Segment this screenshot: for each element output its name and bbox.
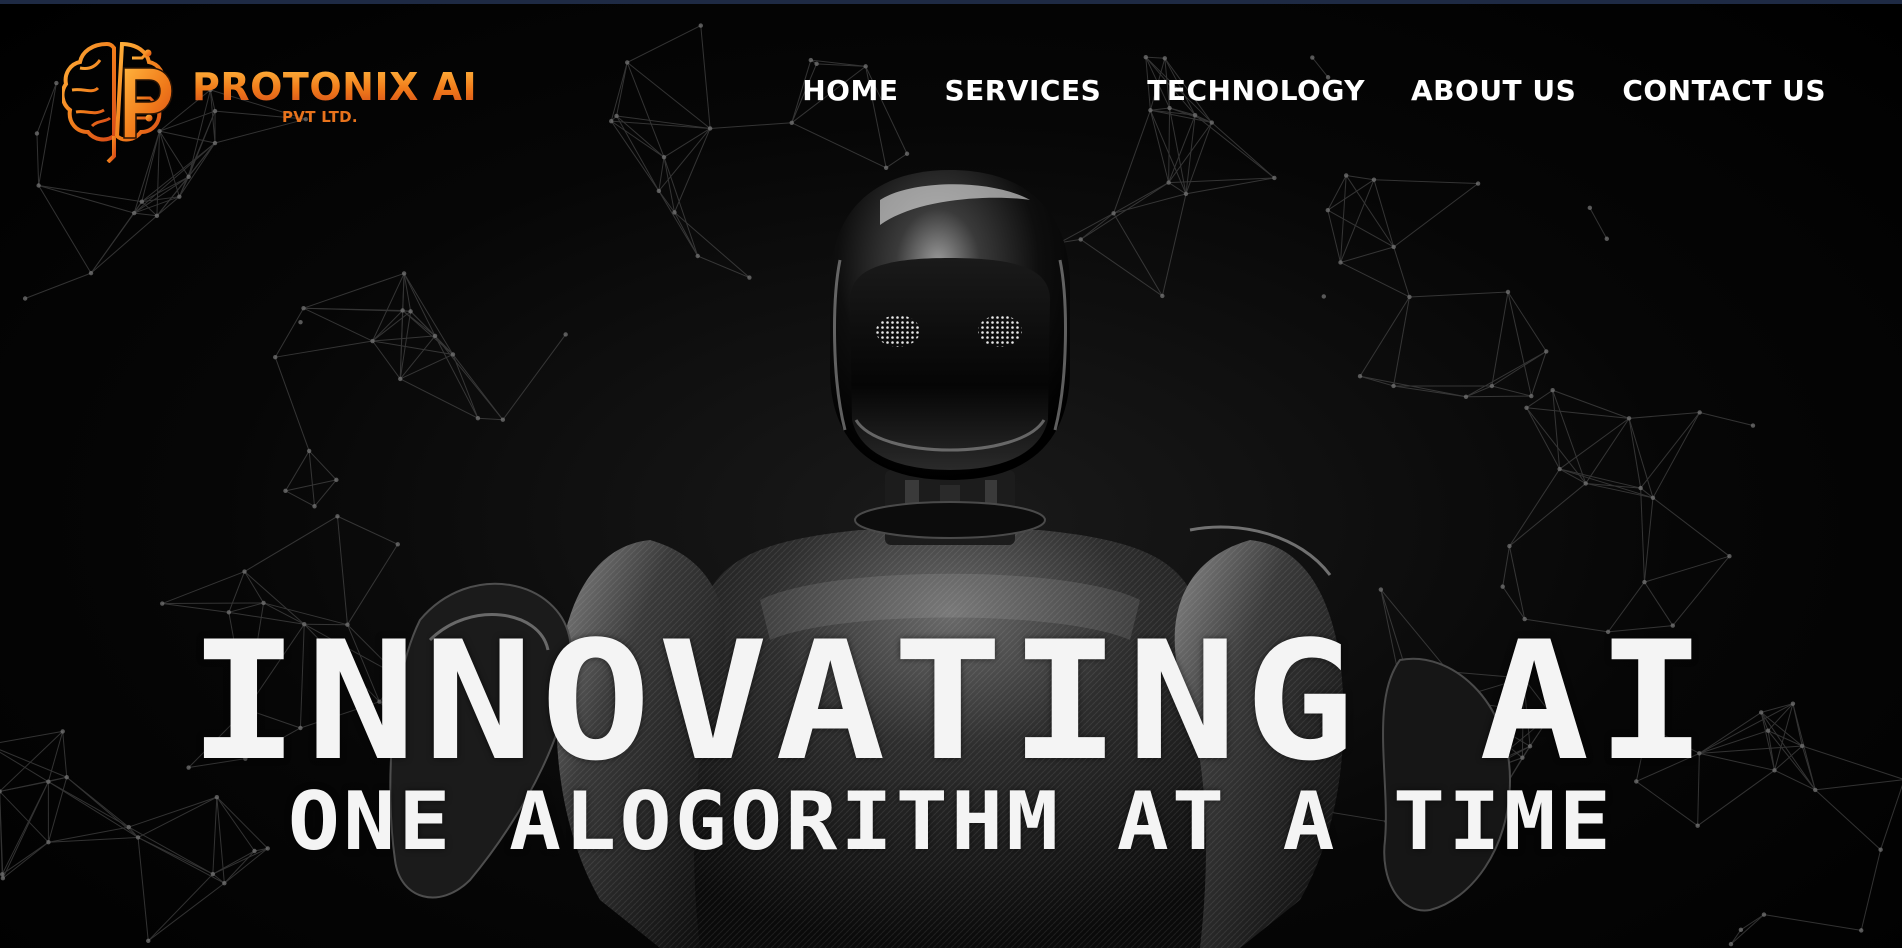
hero-title: INNOVATING AI (188, 606, 1714, 797)
hero-subtitle: ONE ALOGORITHM AT A TIME (287, 775, 1615, 868)
nav-item-technology[interactable]: TECHNOLOGY (1147, 77, 1365, 105)
brain-circuit-p-icon (62, 41, 173, 163)
brand-logo[interactable]: PROTONIX AI PVT LTD. (62, 38, 477, 163)
nav-item-services[interactable]: SERVICES (944, 77, 1101, 105)
landing-page: PROTONIX AI PVT LTD. HOME SERVICES TECHN… (0, 0, 1902, 948)
nav-item-contact-us[interactable]: CONTACT US (1622, 77, 1826, 105)
nav-item-home[interactable]: HOME (802, 77, 898, 105)
hero-section: INNOVATING AI ONE ALOGORITHM AT A TIME (0, 620, 1902, 862)
brand-name: PROTONIX AI (192, 65, 478, 109)
site-header: PROTONIX AI PVT LTD. HOME SERVICES TECHN… (0, 0, 1902, 180)
main-navigation: HOME SERVICES TECHNOLOGY ABOUT US CONTAC… (802, 77, 1826, 105)
nav-item-about-us[interactable]: ABOUT US (1411, 77, 1576, 105)
brand-subtitle: PVT LTD. (282, 108, 358, 126)
